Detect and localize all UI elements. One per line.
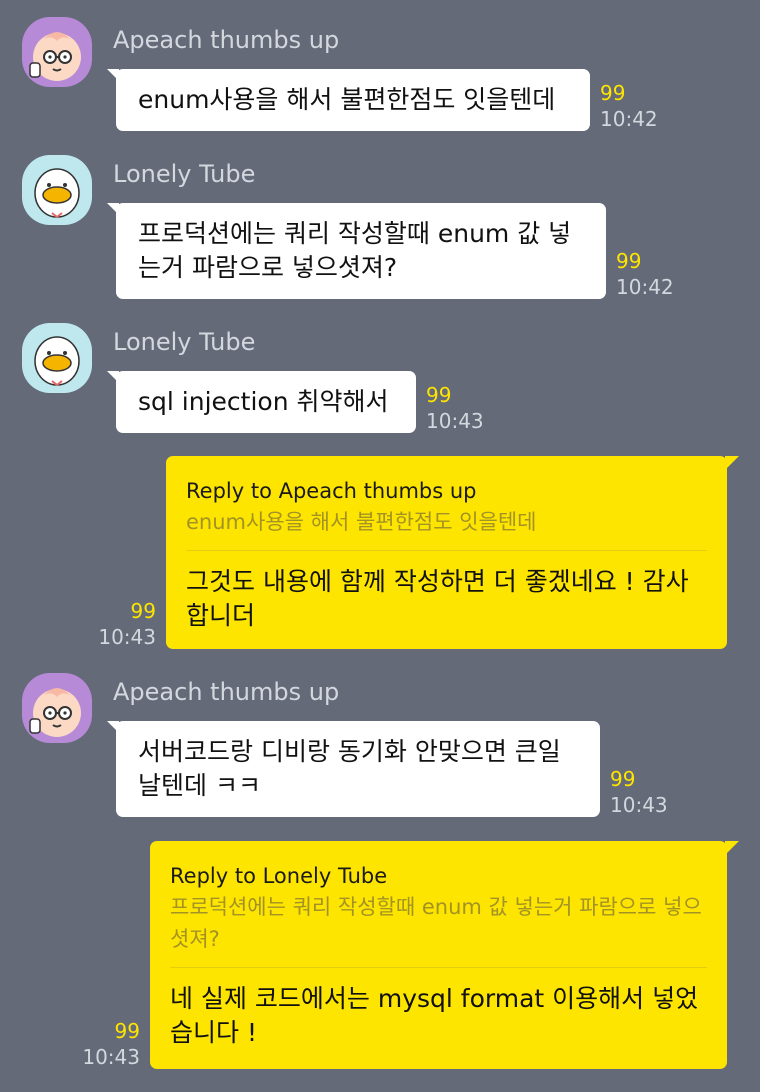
message-time: 10:42	[600, 107, 658, 131]
reply-label: Reply to Apeach thumbs up	[186, 479, 477, 503]
unread-count: 99	[616, 249, 642, 273]
unread-count: 99	[600, 81, 626, 105]
unread-count: 99	[610, 767, 636, 791]
message-text: 서버코드랑 디비랑 동기화 안맞으면 큰일 날텐데 ㅋㅋ	[138, 737, 561, 800]
message-meta: 99 10:42	[616, 248, 674, 300]
unread-count: 99	[114, 1019, 140, 1043]
quoted-message[interactable]: 프로덕션에는 쿼리 작성할때 enum 값 넣는거 파람으로 넣으셧져?	[170, 891, 707, 968]
reply-bubble[interactable]: Reply to Lonely Tube 프로덕션에는 쿼리 작성할때 enum…	[150, 841, 739, 1069]
unread-count: 99	[426, 383, 452, 407]
message-bubble[interactable]: 서버코드랑 디비랑 동기화 안맞으면 큰일 날텐데 ㅋㅋ	[107, 721, 600, 817]
tube-avatar-icon[interactable]	[22, 155, 92, 225]
message-time: 10:42	[616, 275, 674, 299]
message-text: 네 실제 코드에서는 mysql format 이용해서 넣었습니다 !	[170, 984, 699, 1047]
sender-name: Lonely Tube	[113, 160, 256, 188]
message-text: sql injection 취약해서	[138, 387, 389, 416]
message-meta: 99 10:43	[610, 766, 668, 818]
message-time: 10:43	[82, 1045, 140, 1069]
message-bubble[interactable]: sql injection 취약해서	[107, 371, 416, 433]
message-time: 10:43	[610, 793, 668, 817]
message-text: enum사용을 해서 불편한점도 잇을텐데	[138, 85, 556, 114]
reply-bubble[interactable]: Reply to Apeach thumbs up enum사용을 해서 불편한…	[166, 456, 739, 649]
reply-label: Reply to Lonely Tube	[170, 864, 388, 888]
message-meta: 99 10:43	[94, 598, 156, 650]
message-meta: 99 10:43	[78, 1018, 140, 1070]
tube-avatar-icon[interactable]	[22, 323, 92, 393]
sender-name: Lonely Tube	[113, 328, 256, 356]
message-bubble[interactable]: enum사용을 해서 불편한점도 잇을텐데	[107, 69, 590, 131]
sender-name: Apeach thumbs up	[113, 678, 340, 706]
apeach-avatar-icon[interactable]	[22, 17, 92, 87]
message-meta: 99 10:43	[426, 382, 484, 434]
message-time: 10:43	[426, 409, 484, 433]
unread-count: 99	[130, 599, 156, 623]
message-text: 프로덕션에는 쿼리 작성할때 enum 값 넣는거 파람으로 넣으셧져?	[138, 219, 572, 282]
quoted-message[interactable]: enum사용을 해서 불편한점도 잇을텐데	[186, 506, 707, 551]
message-meta: 99 10:42	[600, 80, 658, 132]
message-text: 그것도 내용에 함께 작성하면 더 좋겠네요 ! 감사합니더	[186, 567, 689, 630]
message-bubble[interactable]: 프로덕션에는 쿼리 작성할때 enum 값 넣는거 파람으로 넣으셧져?	[107, 203, 606, 299]
apeach-avatar-icon[interactable]	[22, 673, 92, 743]
sender-name: Apeach thumbs up	[113, 26, 340, 54]
message-time: 10:43	[98, 625, 156, 649]
